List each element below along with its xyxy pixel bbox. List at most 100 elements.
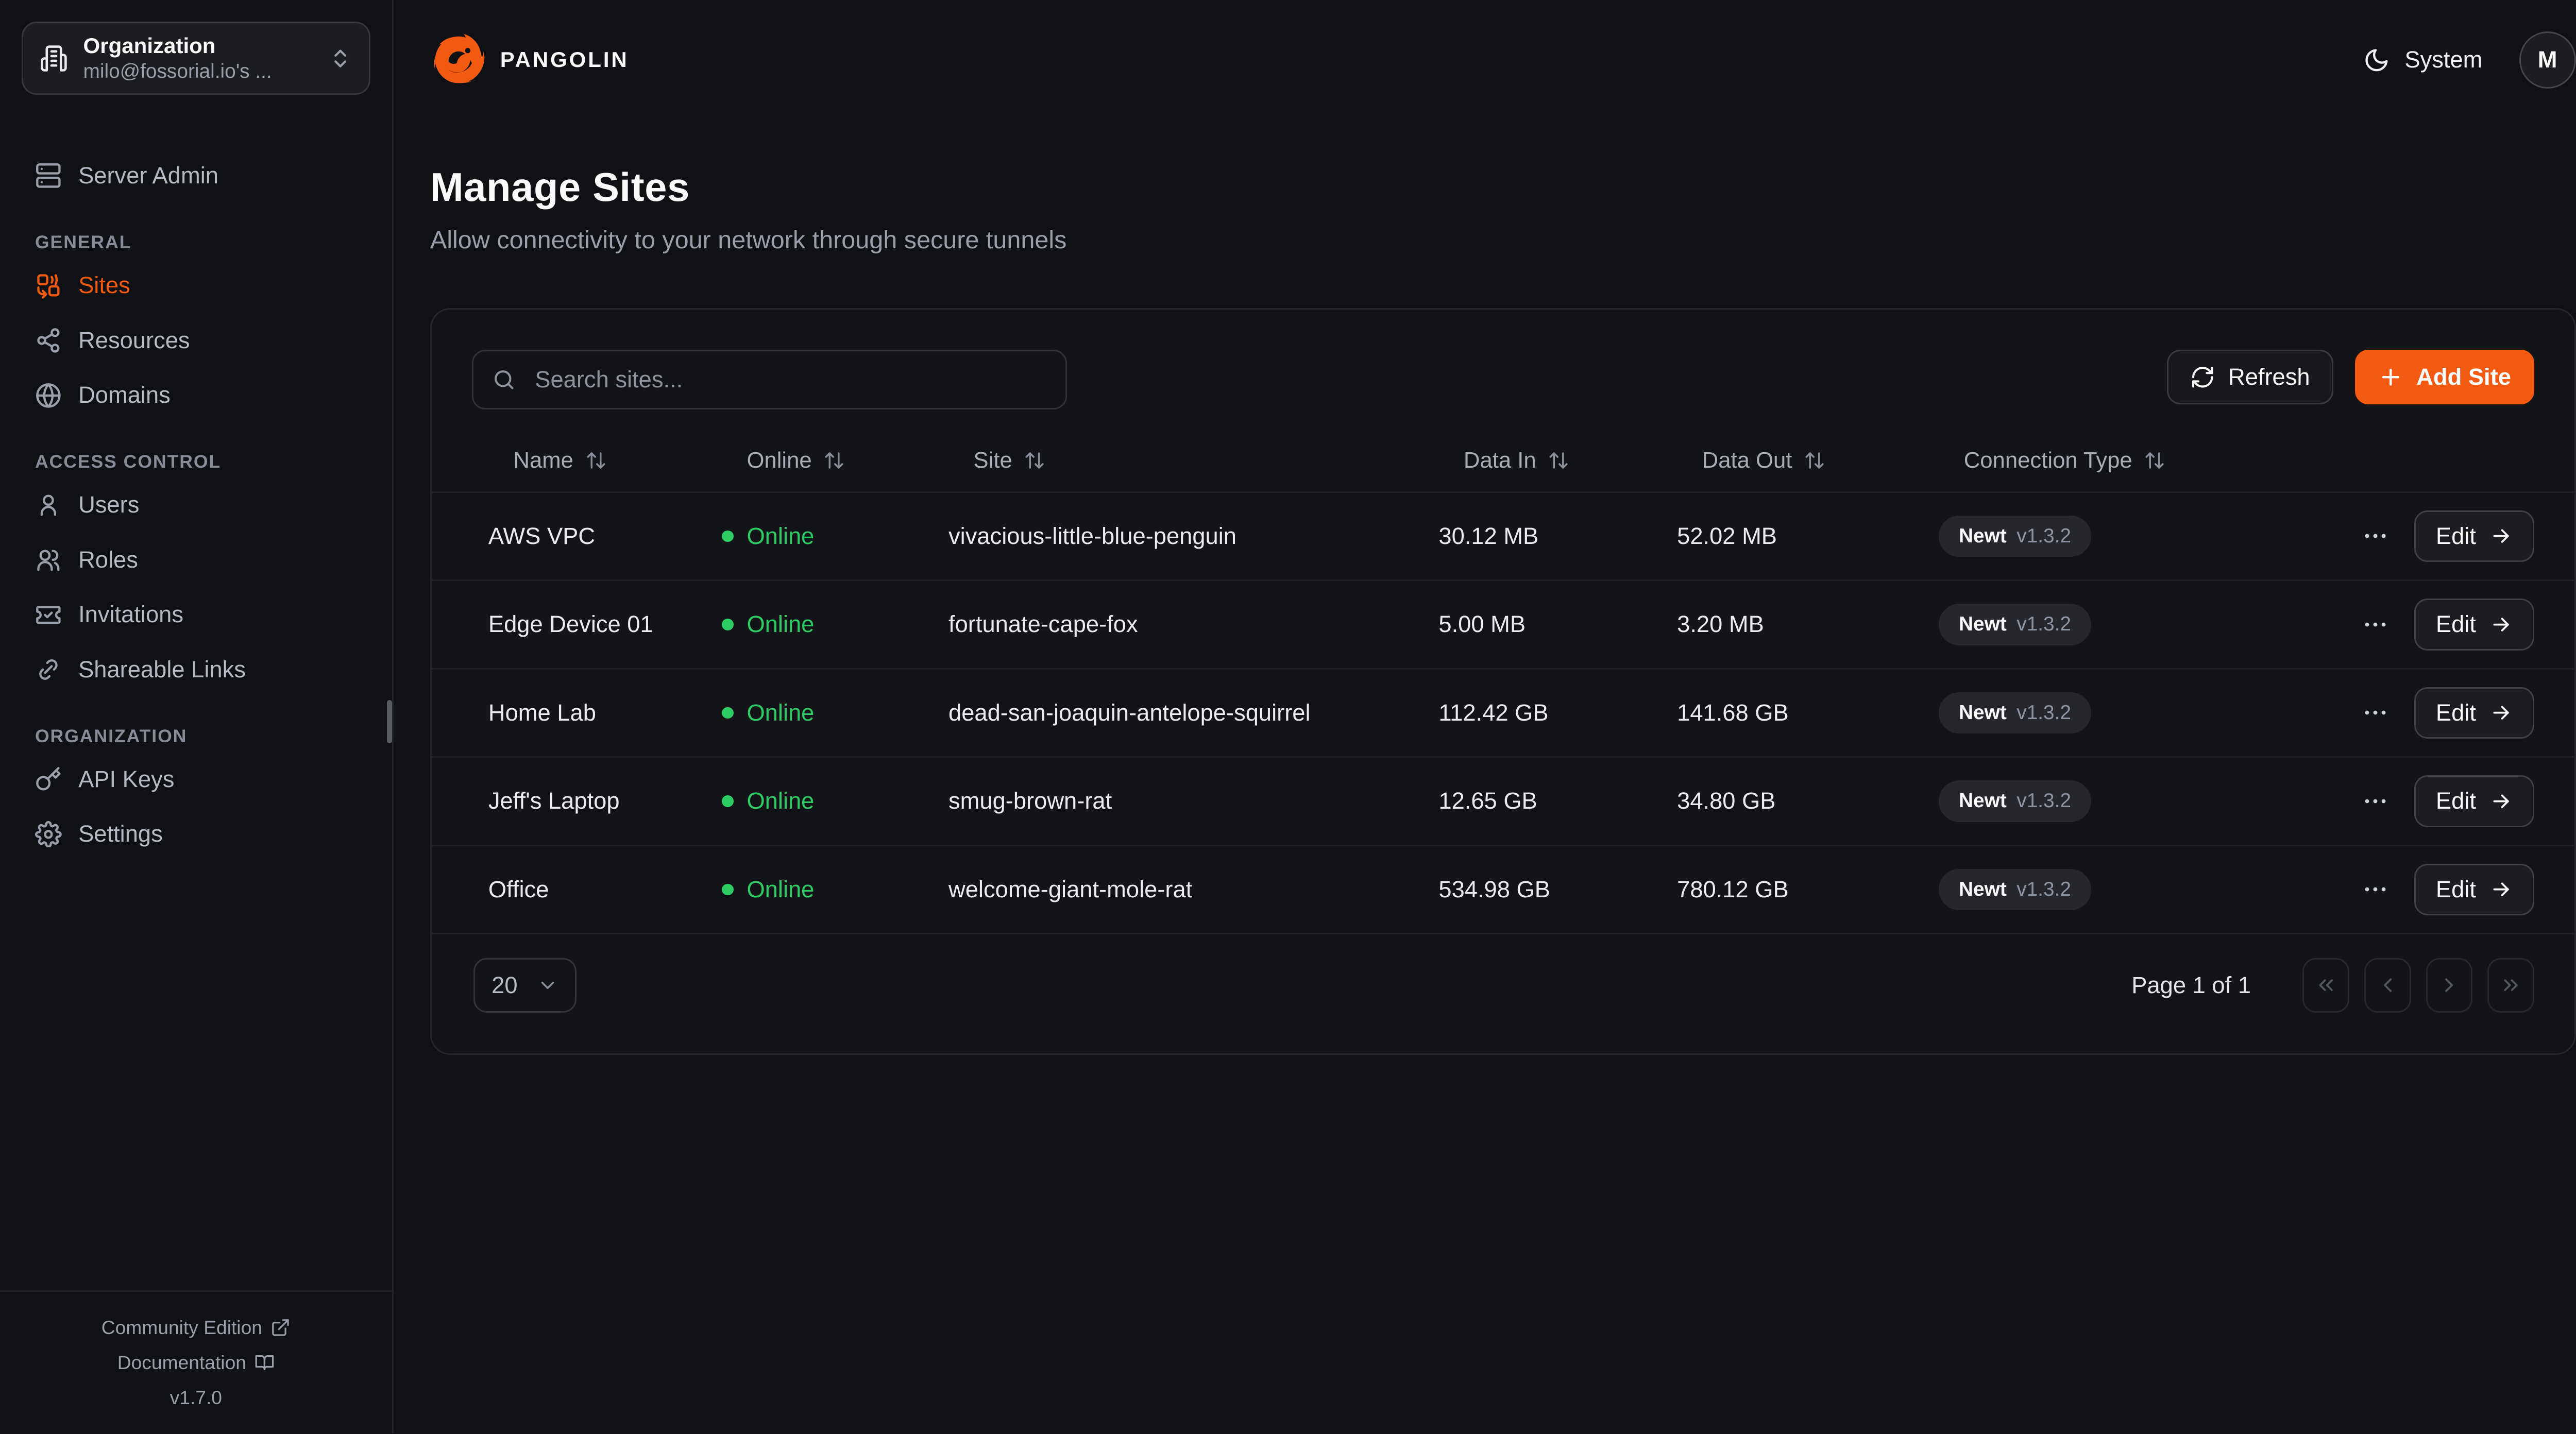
data-in: 534.98 GB — [1422, 876, 1660, 903]
search-icon — [492, 367, 517, 392]
edit-button[interactable]: Edit — [2414, 687, 2534, 739]
sidebar-item-domains[interactable]: Domains — [22, 374, 370, 416]
card-toolbar: Refresh Add Site — [432, 310, 2574, 409]
building-icon — [40, 44, 68, 73]
row-menu-button[interactable] — [2361, 698, 2389, 727]
online-status-dot — [722, 619, 734, 630]
sidebar-item-api-keys[interactable]: API Keys — [22, 758, 370, 800]
page-info: Page 1 of 1 — [2131, 972, 2251, 999]
sidebar-item-roles[interactable]: Roles — [22, 539, 370, 581]
refresh-icon — [2190, 365, 2215, 390]
plus-icon — [2378, 365, 2403, 390]
sidebar-item-sites[interactable]: Sites — [22, 264, 370, 306]
community-edition-link[interactable]: Community Edition — [13, 1310, 379, 1345]
column-header-connection-type[interactable]: Connection Type — [1922, 448, 2316, 473]
sidebar-footer: Community Edition Documentation v1.7.0 — [0, 1290, 392, 1433]
sidebar-item-label: Sites — [78, 272, 130, 299]
data-out: 780.12 GB — [1660, 876, 1922, 903]
org-selector[interactable]: Organization milo@fossorial.io's ... — [22, 22, 370, 95]
arrow-right-icon — [2489, 613, 2513, 636]
page-subtitle: Allow connectivity to your network throu… — [430, 226, 2576, 254]
site-name: Jeff's Laptop — [472, 788, 705, 814]
edit-button[interactable]: Edit — [2414, 599, 2534, 650]
table-row: Office Online welcome-giant-mole-rat 534… — [432, 845, 2574, 933]
ticket-check-icon — [35, 602, 62, 628]
sidebar-section-organization: ORGANIZATION — [22, 726, 370, 747]
column-header-online[interactable]: Online — [705, 448, 932, 473]
data-out: 3.20 MB — [1660, 611, 1922, 638]
online-status: Online — [747, 523, 814, 550]
arrow-right-icon — [2489, 524, 2513, 548]
user-avatar[interactable]: M — [2519, 31, 2576, 88]
row-menu-button[interactable] — [2361, 875, 2389, 903]
site-slug: fortunate-cape-fox — [932, 611, 1422, 638]
site-name: AWS VPC — [472, 523, 705, 550]
sidebar-item-invitations[interactable]: Invitations — [22, 594, 370, 636]
data-out: 141.68 GB — [1660, 699, 1922, 726]
chevrons-up-down-icon — [329, 47, 352, 70]
next-page-button[interactable] — [2426, 958, 2473, 1013]
site-name: Edge Device 01 — [472, 611, 705, 638]
pangolin-logo-icon — [430, 31, 487, 88]
sidebar: Organization milo@fossorial.io's ... Ser… — [0, 0, 394, 1433]
online-status: Online — [747, 788, 814, 814]
topbar: PANGOLIN System M — [394, 0, 2576, 120]
page-title: Manage Sites — [430, 165, 2576, 211]
external-link-icon — [270, 1318, 291, 1338]
pagination: Page 1 of 1 — [2131, 958, 2534, 1013]
online-status: Online — [747, 699, 814, 726]
connection-type-badge: Newtv1.3.2 — [1939, 869, 2091, 911]
server-icon — [35, 162, 62, 189]
connection-type-badge: Newtv1.3.2 — [1939, 780, 2091, 822]
online-status-dot — [722, 531, 734, 542]
sites-icon — [35, 272, 62, 299]
online-status-dot — [722, 795, 734, 807]
refresh-button[interactable]: Refresh — [2167, 350, 2333, 405]
sidebar-item-users[interactable]: Users — [22, 484, 370, 525]
row-menu-button[interactable] — [2361, 610, 2389, 639]
sidebar-item-resources[interactable]: Resources — [22, 319, 370, 361]
sidebar-item-label: Settings — [78, 821, 163, 847]
connection-type-badge: Newtv1.3.2 — [1939, 692, 2091, 734]
sidebar-item-settings[interactable]: Settings — [22, 813, 370, 855]
column-header-data-out[interactable]: Data Out — [1660, 448, 1922, 473]
page-head: Manage Sites Allow connectivity to your … — [394, 165, 2576, 254]
sidebar-item-shareable-links[interactable]: Shareable Links — [22, 649, 370, 691]
site-slug: dead-san-joaquin-antelope-squirrel — [932, 699, 1422, 726]
users-icon — [35, 547, 62, 573]
sidebar-item-server-admin[interactable]: Server Admin — [22, 155, 370, 197]
column-header-name[interactable]: Name — [472, 448, 705, 473]
documentation-link[interactable]: Documentation — [13, 1345, 379, 1380]
data-out: 52.02 MB — [1660, 523, 1922, 550]
arrow-right-icon — [2489, 790, 2513, 813]
sidebar-scrollbar[interactable] — [387, 700, 392, 743]
edit-button[interactable]: Edit — [2414, 510, 2534, 562]
add-site-button[interactable]: Add Site — [2355, 350, 2534, 405]
sidebar-item-label: Roles — [78, 547, 138, 573]
row-menu-button[interactable] — [2361, 787, 2389, 815]
app-root: Organization milo@fossorial.io's ... Ser… — [0, 0, 2576, 1433]
main-area: PANGOLIN System M Manage Sites Allow con… — [394, 0, 2576, 1433]
first-page-button[interactable] — [2302, 958, 2349, 1013]
theme-toggle[interactable]: System — [2363, 46, 2483, 73]
site-slug: smug-brown-rat — [932, 788, 1422, 814]
online-status: Online — [747, 876, 814, 903]
brand[interactable]: PANGOLIN — [430, 31, 629, 88]
card-footer: 20 Page 1 of 1 — [432, 933, 2574, 1013]
search-input[interactable] — [532, 365, 1047, 395]
data-in: 30.12 MB — [1422, 523, 1660, 550]
edit-button[interactable]: Edit — [2414, 775, 2534, 827]
arrow-right-icon — [2489, 878, 2513, 901]
sidebar-item-label: Invitations — [78, 601, 183, 628]
org-selector-title: Organization — [83, 32, 314, 60]
column-header-data-in[interactable]: Data In — [1422, 448, 1660, 473]
last-page-button[interactable] — [2487, 958, 2534, 1013]
user-icon — [35, 491, 62, 518]
page-size-select[interactable]: 20 — [473, 958, 577, 1013]
row-menu-button[interactable] — [2361, 522, 2389, 550]
app-version: v1.7.0 — [13, 1380, 379, 1415]
previous-page-button[interactable] — [2364, 958, 2411, 1013]
sidebar-item-label: Shareable Links — [78, 656, 246, 683]
edit-button[interactable]: Edit — [2414, 864, 2534, 915]
column-header-site[interactable]: Site — [932, 448, 1422, 473]
